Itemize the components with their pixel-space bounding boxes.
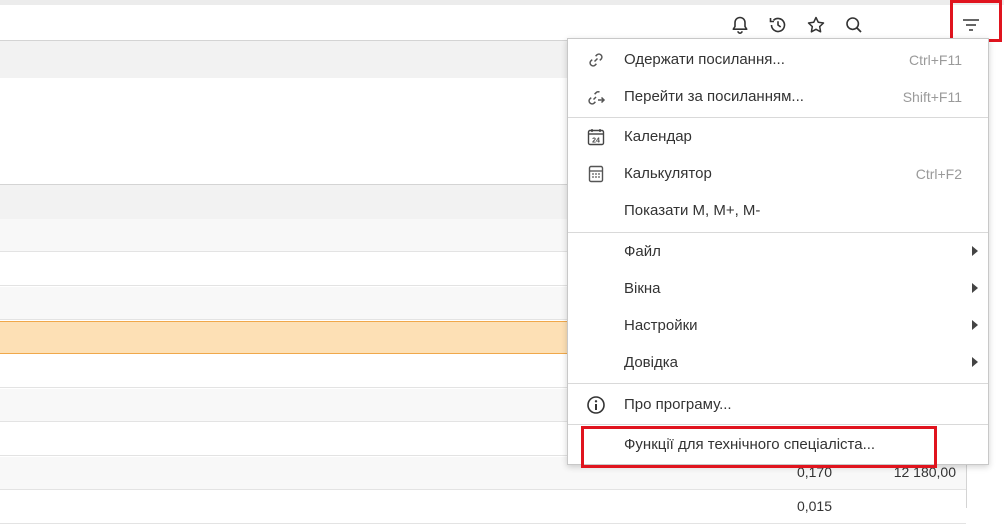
- link-icon: [586, 50, 606, 70]
- search-icon[interactable]: [841, 12, 867, 38]
- menu-item-label: Календар: [624, 128, 692, 145]
- menu-item-windows[interactable]: Вікна: [568, 270, 988, 307]
- main-menu-dropdown: Одержати посилання... Ctrl+F11 Перейти з…: [567, 38, 989, 465]
- menu-item-label: Вікна: [624, 280, 661, 297]
- menu-item-shortcut: Shift+F11: [902, 88, 962, 105]
- calendar-icon: 24: [586, 127, 606, 147]
- form-header-band: [0, 40, 568, 79]
- menu-button-highlight: [950, 0, 1002, 42]
- menu-item-label: Показати M, M+, M-: [624, 202, 761, 219]
- menu-item-about[interactable]: Про програму...: [568, 386, 988, 423]
- submenu-arrow-icon: [972, 320, 978, 330]
- menu-item-calculator[interactable]: Калькулятор Ctrl+F2: [568, 155, 988, 192]
- menu-item-calendar[interactable]: 24 Календар: [568, 118, 988, 155]
- cell-quantity: 0,015: [796, 498, 832, 514]
- menu-item-go-to-link[interactable]: Перейти за посиланням... Shift+F11: [568, 78, 988, 115]
- menu-item-get-link[interactable]: Одержати посилання... Ctrl+F11: [568, 41, 988, 78]
- table-header: [0, 184, 568, 221]
- info-icon: [586, 395, 606, 415]
- bell-icon[interactable]: [727, 12, 753, 38]
- menu-item-shortcut: Ctrl+F11: [908, 51, 962, 68]
- menu-item-label: Настройки: [624, 317, 698, 334]
- menu-item-shortcut: Ctrl+F2: [915, 165, 962, 182]
- menu-item-label: Файл: [624, 243, 661, 260]
- tech-functions-highlight: [581, 426, 937, 468]
- menu-item-label: Довідка: [624, 354, 678, 371]
- link-arrow-icon: [586, 87, 606, 107]
- menu-item-label: Одержати посилання...: [624, 51, 785, 68]
- menu-item-settings[interactable]: Настройки: [568, 307, 988, 344]
- calculator-icon: [586, 164, 606, 184]
- top-toolbar: [0, 0, 1004, 40]
- menu-item-show-memory[interactable]: Показати M, M+, M-: [568, 192, 988, 229]
- menu-separator: [568, 383, 988, 384]
- history-icon[interactable]: [765, 12, 791, 38]
- submenu-arrow-icon: [972, 246, 978, 256]
- menu-item-label: Перейти за посиланням...: [624, 88, 804, 105]
- form-area: [0, 78, 568, 184]
- menu-item-label: Про програму...: [624, 396, 732, 413]
- menu-separator: [568, 424, 988, 425]
- menu-item-label: Калькулятор: [624, 165, 712, 182]
- menu-item-help[interactable]: Довідка: [568, 344, 988, 381]
- calendar-icon-day: 24: [592, 137, 600, 144]
- menu-item-file[interactable]: Файл: [568, 233, 988, 270]
- star-icon[interactable]: [803, 12, 829, 38]
- submenu-arrow-icon: [972, 283, 978, 293]
- submenu-arrow-icon: [972, 357, 978, 367]
